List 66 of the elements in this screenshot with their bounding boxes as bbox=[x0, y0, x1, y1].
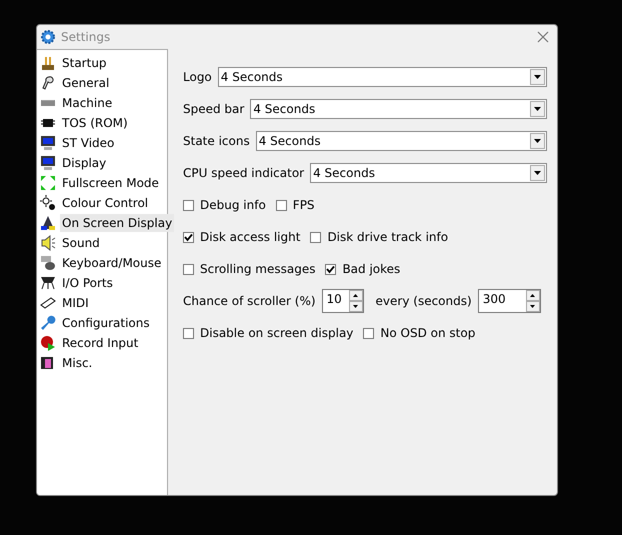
sidebar-item[interactable]: I/O Ports bbox=[60, 274, 115, 292]
checkbox-label[interactable]: Scrolling messages bbox=[200, 262, 316, 276]
sidebar-item[interactable]: Sound bbox=[60, 234, 102, 252]
field-label: every (seconds) bbox=[376, 294, 472, 308]
caret-icon bbox=[534, 171, 541, 175]
sidebar-item[interactable]: MIDI bbox=[60, 294, 91, 312]
sidebar-item[interactable]: Machine bbox=[60, 94, 114, 112]
field-label: CPU speed indicator bbox=[183, 166, 304, 180]
checkbox-label[interactable]: No OSD on stop bbox=[380, 326, 476, 340]
sidebar-item[interactable]: Keyboard/Mouse bbox=[60, 254, 164, 272]
up-arrow-icon[interactable] bbox=[353, 294, 358, 297]
field-label: Logo bbox=[183, 70, 212, 84]
sidebar-item[interactable]: On Screen Display bbox=[60, 214, 174, 232]
sun-icon bbox=[40, 195, 56, 211]
speaker-icon bbox=[40, 235, 56, 251]
checkbox[interactable] bbox=[183, 232, 194, 242]
checkbox[interactable] bbox=[325, 264, 336, 274]
sidebar-item[interactable]: Record Input bbox=[60, 334, 140, 352]
sidebar-item[interactable]: General bbox=[60, 74, 112, 92]
wrench-icon bbox=[40, 75, 56, 91]
checkbox[interactable] bbox=[183, 200, 194, 210]
mouse-icon bbox=[40, 255, 56, 271]
sidebar-item[interactable]: Fullscreen Mode bbox=[60, 174, 161, 192]
caret-icon bbox=[534, 107, 541, 111]
checkbox[interactable] bbox=[363, 328, 374, 338]
checkbox-label[interactable]: FPS bbox=[292, 198, 315, 212]
up-arrow-icon[interactable] bbox=[530, 294, 536, 297]
window-title: Settings bbox=[61, 30, 110, 44]
checkbox-label[interactable]: Disk drive track info bbox=[327, 230, 448, 244]
field-label: Speed bar bbox=[183, 102, 244, 116]
checkbox-label[interactable]: Disk access light bbox=[200, 230, 300, 244]
down-arrow-icon[interactable] bbox=[353, 305, 358, 308]
checkbox[interactable] bbox=[310, 232, 322, 242]
field-label: State icons bbox=[183, 134, 250, 148]
monitor-icon bbox=[40, 135, 56, 151]
sidebar-item[interactable]: Display bbox=[60, 154, 108, 172]
checkbox[interactable] bbox=[183, 328, 194, 338]
connector-icon bbox=[40, 275, 56, 291]
sidebar-item[interactable]: TOS (ROM) bbox=[60, 114, 130, 132]
sidebar-item[interactable]: Configurations bbox=[60, 314, 152, 332]
dropdown[interactable]: 4 Seconds bbox=[256, 131, 547, 151]
dropdown[interactable]: 4 Seconds bbox=[310, 163, 547, 183]
caret-icon bbox=[534, 139, 541, 143]
dropdown[interactable]: 4 Seconds bbox=[250, 99, 547, 119]
wrench-icon bbox=[40, 315, 56, 331]
checkbox-label[interactable]: Bad jokes bbox=[342, 262, 400, 276]
field-label: Chance of scroller (%) bbox=[183, 294, 316, 308]
checkbox[interactable] bbox=[276, 200, 287, 210]
monitor-icon bbox=[40, 155, 56, 171]
caret-icon bbox=[534, 75, 541, 79]
sidebar-item[interactable]: Colour Control bbox=[60, 194, 150, 212]
spin-field[interactable]: 10 bbox=[322, 289, 364, 313]
expand-icon bbox=[40, 175, 56, 191]
sidebar-item[interactable]: ST Video bbox=[60, 134, 116, 152]
checkbox-label[interactable]: Debug info bbox=[200, 198, 266, 212]
down-arrow-icon[interactable] bbox=[530, 305, 536, 308]
gear-icon bbox=[40, 29, 56, 45]
close-icon[interactable] bbox=[537, 31, 549, 43]
checkbox-label[interactable]: Disable on screen display bbox=[200, 326, 354, 340]
sidebar-item[interactable]: Startup bbox=[60, 54, 109, 72]
dropdown[interactable]: 4 Seconds bbox=[218, 67, 547, 87]
spin-field[interactable]: 300 bbox=[478, 289, 541, 313]
checkbox[interactable] bbox=[183, 264, 194, 274]
sidebar-item[interactable]: Misc. bbox=[60, 354, 94, 372]
record-icon bbox=[40, 335, 56, 351]
triangle-icon bbox=[40, 215, 56, 231]
